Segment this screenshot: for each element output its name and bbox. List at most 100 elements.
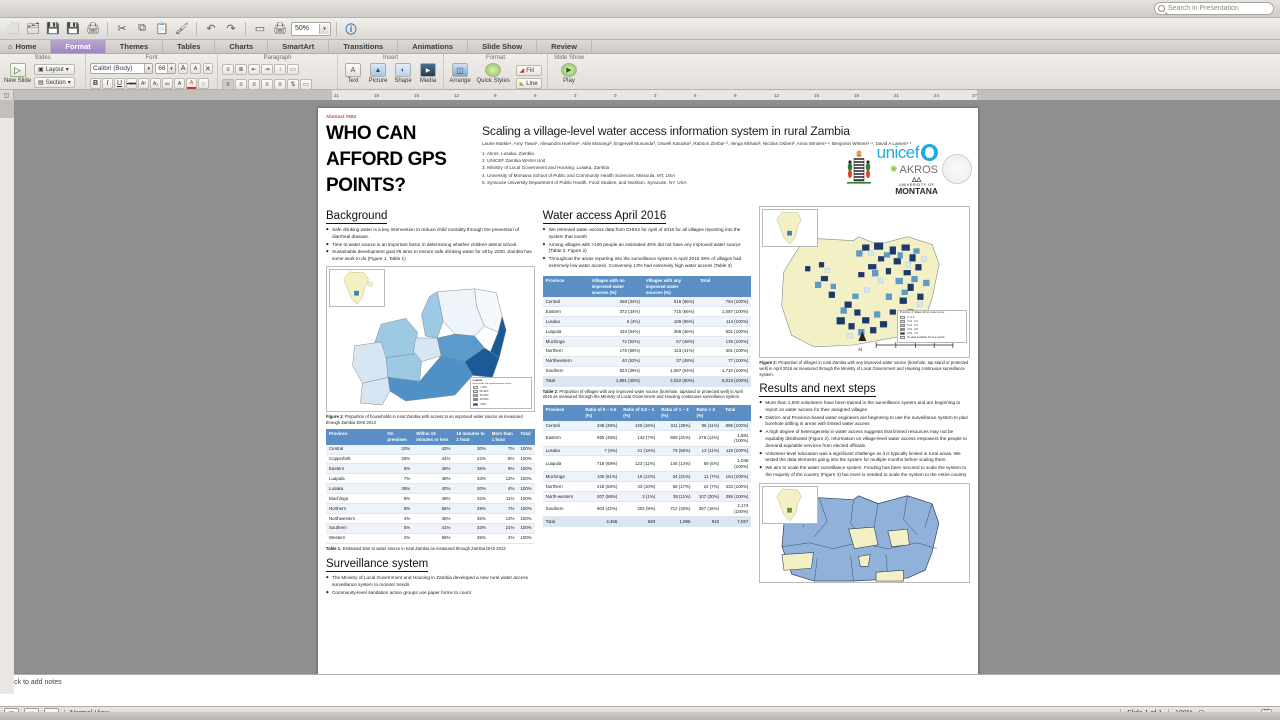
text-effects-button[interactable]: A bbox=[174, 78, 185, 89]
save-icon[interactable]: 💾 bbox=[64, 20, 82, 38]
figure-3[interactable] bbox=[759, 482, 970, 583]
tab-tables[interactable]: Tables bbox=[163, 40, 216, 53]
horizontal-ruler[interactable]: 21 18 15 12 9 6 3 0 3 6 9 12 15 18 21 24… bbox=[14, 90, 1280, 100]
td: Northern bbox=[542, 346, 589, 357]
arrange-button[interactable]: ◫ Arrange bbox=[449, 63, 471, 84]
character-spacing-button[interactable]: AV bbox=[162, 78, 173, 89]
align-left-icon: ≡ bbox=[226, 81, 230, 88]
search-input[interactable]: Search in Presentation bbox=[1154, 2, 1274, 15]
align-center-button[interactable]: ≡ bbox=[235, 79, 247, 90]
grow-font-button[interactable]: A bbox=[177, 63, 189, 74]
td: Central bbox=[542, 297, 589, 308]
layout-icon: ▣ bbox=[38, 67, 44, 73]
table-1[interactable]: Province On premises Within 15 minutes o… bbox=[326, 429, 535, 544]
format-painter-icon[interactable]: 🖌 bbox=[173, 20, 191, 38]
td: 78 (66%) bbox=[658, 446, 694, 457]
paste-icon[interactable]: 📋 bbox=[153, 20, 171, 38]
notes-pane[interactable]: Click to add notes bbox=[0, 674, 1280, 706]
tab-transitions[interactable]: Transitions bbox=[329, 40, 399, 53]
layout-button[interactable]: ▣ Layout ▾ bbox=[34, 64, 75, 75]
highlight-button[interactable]: ◇ bbox=[198, 78, 209, 89]
redo-icon[interactable]: ↷ bbox=[222, 20, 240, 38]
td: 301 (100%) bbox=[697, 346, 752, 357]
section-heading-results: Results and next steps bbox=[759, 382, 876, 397]
tab-format[interactable]: Format bbox=[51, 40, 106, 53]
new-icon[interactable]: ⬜ bbox=[4, 20, 22, 38]
title-bar-right: Search in Presentation bbox=[1154, 2, 1280, 15]
section-button[interactable]: ▤ Section ▾ bbox=[34, 77, 75, 88]
legend-swatch bbox=[900, 332, 905, 335]
align-right-button[interactable]: ≡ bbox=[248, 79, 260, 90]
slide-canvas[interactable]: Abstract #504 WHO CAN AFFORD GPS POINTS?… bbox=[14, 100, 1280, 674]
help-icon[interactable]: ⓘ bbox=[342, 20, 360, 38]
open-icon[interactable]: 🗂 bbox=[24, 20, 42, 38]
increase-indent-button[interactable]: ⇥ bbox=[261, 64, 273, 75]
print-preview-icon[interactable]: 🖨 bbox=[271, 20, 289, 38]
td: 2% bbox=[384, 533, 414, 544]
ruler-corner[interactable]: ◫ bbox=[0, 90, 14, 100]
superscript-button[interactable]: A² bbox=[138, 78, 149, 89]
td: Northern bbox=[326, 503, 385, 514]
print-icon[interactable]: 🖨 bbox=[84, 20, 102, 38]
font-color-button[interactable]: A bbox=[186, 78, 197, 89]
align-left-button[interactable]: ≡ bbox=[222, 79, 234, 90]
font-family-select[interactable]: Calibri (Body) ▾ bbox=[90, 63, 154, 74]
subscript-button[interactable]: A₂ bbox=[150, 78, 161, 89]
th: Province bbox=[542, 275, 589, 298]
figure-1[interactable]: Legend Households with improved water so… bbox=[326, 266, 535, 413]
tab-smartart[interactable]: SmartArt bbox=[268, 40, 330, 53]
vertical-ruler[interactable] bbox=[0, 100, 14, 694]
tab-animations[interactable]: Animations bbox=[398, 40, 469, 53]
insert-picture-button[interactable]: ▲ Picture bbox=[368, 63, 388, 84]
strikethrough-button[interactable]: ABC bbox=[126, 78, 137, 89]
insert-media-button[interactable]: ▶ Media bbox=[418, 63, 438, 84]
tab-themes[interactable]: Themes bbox=[106, 40, 164, 53]
columns-button[interactable]: ▭ bbox=[287, 64, 299, 75]
align-text-button[interactable]: ▭ bbox=[300, 79, 312, 90]
text-direction-button[interactable]: ⇅ bbox=[287, 79, 299, 90]
numbering-button[interactable]: ≣ bbox=[235, 64, 247, 75]
table-2[interactable]: Province Villages with no improved water… bbox=[542, 275, 752, 387]
tab-slide-show[interactable]: Slide Show bbox=[468, 40, 538, 53]
undo-icon[interactable]: ↶ bbox=[202, 20, 220, 38]
play-button[interactable]: ▶ Play bbox=[559, 63, 579, 84]
clear-formatting-button[interactable]: ✕ bbox=[202, 63, 213, 74]
table-row: Western 2% 59% 35% 4% 100% bbox=[326, 533, 535, 544]
figure2-legend: Proportion of villages with any water so… bbox=[897, 309, 967, 343]
zoom-level-select[interactable]: 50% ▾ bbox=[291, 21, 331, 36]
save-as-icon[interactable]: 💾 bbox=[44, 20, 62, 38]
fill-button[interactable]: ◢ Fill bbox=[515, 65, 542, 76]
unicef-wordmark: unicef bbox=[876, 142, 920, 162]
new-slide-icon[interactable]: ▭ bbox=[251, 20, 269, 38]
line-button[interactable]: ◣ Line bbox=[515, 78, 542, 89]
slide-1[interactable]: Abstract #504 WHO CAN AFFORD GPS POINTS?… bbox=[318, 108, 978, 674]
td: 100% bbox=[517, 523, 535, 534]
bullets-icon: ≡ bbox=[226, 66, 230, 73]
line-spacing-button[interactable]: ↕ bbox=[274, 64, 286, 75]
figure-2[interactable]: N Proportion of villages with any water … bbox=[759, 205, 970, 358]
cut-icon[interactable]: ✂ bbox=[113, 20, 131, 38]
distribute-button[interactable]: ≡ bbox=[274, 79, 286, 90]
underline-button[interactable]: U bbox=[114, 78, 125, 89]
insert-shape-button[interactable]: ◐ Shape bbox=[393, 63, 413, 84]
font-size-select[interactable]: 66 ▾ bbox=[155, 63, 176, 74]
italic-button[interactable]: I bbox=[102, 78, 113, 89]
td: 49% bbox=[413, 463, 454, 475]
new-slide-button[interactable]: ▷ New Slide bbox=[4, 63, 31, 84]
akros-star-icon: ✺ bbox=[889, 164, 898, 175]
ribbon-tabs: ⌂ Home Format Themes Tables Charts Smart… bbox=[0, 40, 1280, 54]
quick-styles-button[interactable]: Quick Styles bbox=[477, 63, 510, 84]
bullets-button[interactable]: ≡ bbox=[222, 64, 234, 75]
td: 100% bbox=[517, 493, 535, 505]
copy-icon[interactable]: ⧉ bbox=[133, 20, 151, 38]
legend-label: 45-60% bbox=[479, 398, 489, 402]
bold-button[interactable]: B bbox=[90, 78, 101, 89]
decrease-indent-button[interactable]: ⇤ bbox=[248, 64, 260, 75]
tab-home[interactable]: ⌂ Home bbox=[0, 40, 52, 53]
tab-review[interactable]: Review bbox=[537, 40, 592, 53]
insert-text-button[interactable]: A Text bbox=[343, 63, 363, 84]
tab-charts[interactable]: Charts bbox=[215, 40, 269, 53]
table-3[interactable]: Province Ratio of 0 – 0.5 (%) Ratio of 0… bbox=[542, 405, 752, 528]
shrink-font-button[interactable]: A bbox=[190, 63, 201, 74]
justify-button[interactable]: ≡ bbox=[261, 79, 273, 90]
